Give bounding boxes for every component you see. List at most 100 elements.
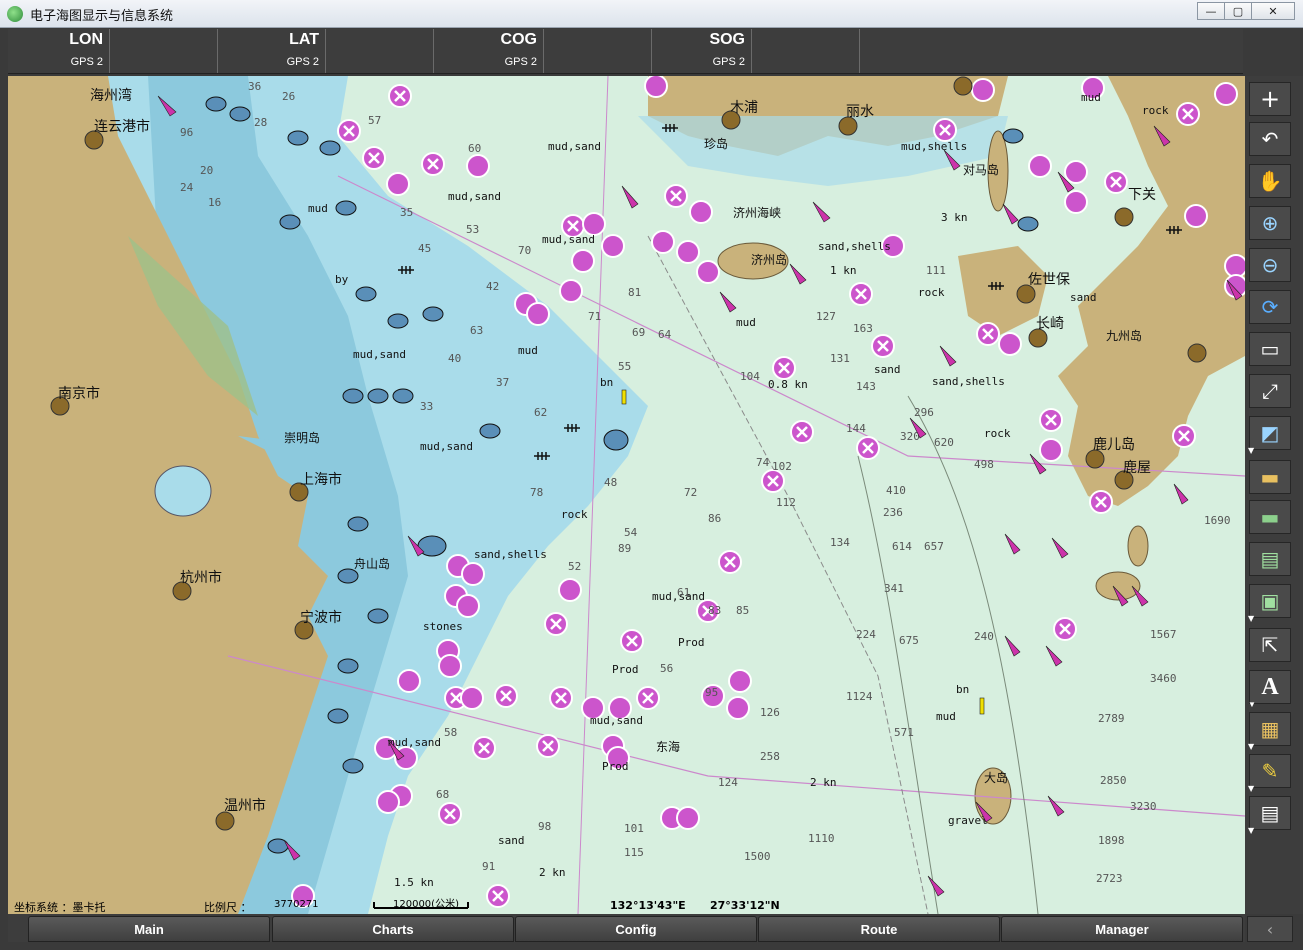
cog-source: GPS 2 (504, 56, 537, 68)
dropdown-arrow-icon: ▼ (1248, 446, 1255, 455)
map-icon: ▦ (1260, 717, 1280, 741)
chart-canvas[interactable]: 海州湾 连云港市 南京市 崇明岛 上海市 杭州市 宁波市 温州市 舟山岛 东海 … (8, 76, 1245, 914)
maximize-button[interactable]: ▢ (1224, 2, 1252, 20)
place-label: 下关 (1128, 187, 1156, 203)
lon-cell[interactable]: LON GPS 2 (8, 29, 110, 73)
sounding: 1898 (1098, 834, 1125, 847)
chart-view-button[interactable]: ▣ ▼ (1248, 584, 1291, 623)
sounding: 614 (892, 540, 912, 553)
tab-manager[interactable]: Manager (1001, 916, 1243, 942)
refresh-icon: ⟳ (1261, 295, 1279, 319)
dropdown-arrow-icon: ▼ (1248, 700, 1256, 709)
lat-value-cell (326, 29, 434, 73)
speed-label: 2 kn (810, 776, 837, 789)
sounding: 70 (518, 244, 531, 257)
tab-main[interactable]: Main (28, 916, 270, 942)
sounding: 96 (180, 126, 193, 139)
place-label: 济州岛 (751, 252, 787, 267)
seabed-label: mud,sand (353, 348, 406, 361)
sounding: 620 (934, 436, 954, 449)
chart-view[interactable]: 海州湾 连云港市 南京市 崇明岛 上海市 杭州市 宁波市 温州市 舟山岛 东海 … (8, 76, 1245, 914)
place-label: 上海市 (300, 471, 342, 488)
chart-area-button[interactable]: ◩ ▼ (1248, 416, 1291, 455)
sounding: 35 (400, 206, 413, 219)
dropdown-arrow-icon: ▼ (1248, 826, 1255, 835)
cursor-longitude: 132°13'43"E (610, 899, 686, 912)
speed-label: 2 kn (539, 866, 566, 879)
tab-route[interactable]: Route (758, 916, 1000, 942)
zoom-plus-icon: + (1259, 85, 1281, 113)
pencil-button[interactable]: ✎ ▼ (1248, 754, 1291, 793)
zoom-out-button[interactable]: ⊖ (1249, 248, 1291, 282)
seabed-label: sand (498, 834, 525, 847)
ruler-alt-button[interactable]: ▬ (1249, 500, 1291, 534)
place-label: 长崎 (1036, 316, 1064, 332)
speed-label: 3 kn (941, 211, 968, 224)
cog-cell[interactable]: COG GPS 2 (434, 29, 544, 73)
ruler-alt-icon: ▬ (1260, 505, 1280, 529)
sounding: 143 (856, 380, 876, 393)
sounding: 1124 (846, 690, 873, 703)
sounding: 144 (846, 422, 866, 435)
sounding: 124 (718, 776, 738, 789)
seabed-label: Prod (602, 760, 629, 773)
speed-label: 1.5 kn (394, 876, 434, 889)
lat-source: GPS 2 (286, 56, 319, 68)
seabed-label: rock (1142, 104, 1169, 117)
sounding: 3230 (1130, 800, 1157, 813)
zoom-in-button[interactable]: ⊕ (1249, 206, 1291, 240)
layers-button[interactable]: ▤ (1249, 542, 1291, 576)
pan-button[interactable]: ✋ (1249, 164, 1291, 198)
sounding: 54 (624, 526, 638, 539)
dropdown-arrow-icon: ▼ (1248, 614, 1255, 623)
place-label: 鹿儿岛 (1093, 436, 1135, 453)
seabed-label: bn (600, 376, 613, 389)
minimize-button[interactable]: — (1197, 2, 1225, 20)
refresh-button[interactable]: ⟳ (1249, 290, 1291, 324)
fullscreen-button[interactable]: ⤢ (1249, 374, 1291, 408)
bottom-tab-bar: Main Charts Config Route Manager (8, 914, 1245, 942)
place-label: 温州市 (224, 797, 266, 814)
sog-source: GPS 2 (712, 56, 745, 68)
undo-icon: ↶ (1261, 127, 1279, 151)
ruler-button[interactable]: ▬ (1249, 460, 1291, 494)
seabed-label: mud,sand (590, 714, 643, 727)
zoom-plus-button[interactable]: + (1249, 82, 1291, 116)
sounding: 86 (708, 512, 721, 525)
place-label: 杭州市 (180, 569, 222, 586)
place-label: 南京市 (58, 385, 100, 402)
undo-button[interactable]: ↶ (1249, 122, 1291, 156)
sounding: 224 (856, 628, 876, 641)
sounding: 675 (899, 634, 919, 647)
sounding: 1110 (808, 832, 835, 845)
seabed-label: rock (918, 286, 945, 299)
document-button[interactable]: ▤ ▼ (1248, 796, 1291, 835)
collapse-button[interactable]: ‹ (1247, 916, 1293, 942)
layers-icon: ▤ (1260, 547, 1280, 571)
seabed-label: mud,sand (420, 440, 473, 453)
sounding: 37 (496, 376, 509, 389)
place-label: 东海 (656, 739, 680, 754)
app-globe-icon (7, 6, 23, 22)
cursor-pick-button[interactable]: ⇱ (1249, 628, 1291, 662)
scale-value: 3770271 (274, 899, 319, 910)
chevron-left-icon: ‹ (1266, 919, 1274, 939)
sounding: 91 (482, 860, 495, 873)
close-button[interactable]: ✕ (1251, 2, 1295, 20)
sounding: 240 (974, 630, 994, 643)
sounding: 45 (418, 242, 431, 255)
tab-config[interactable]: Config (515, 916, 757, 942)
sog-cell[interactable]: SOG GPS 2 (652, 29, 752, 73)
text-button[interactable]: A ▼ (1248, 670, 1291, 709)
sounding: 33 (420, 400, 433, 413)
tab-charts[interactable]: Charts (272, 916, 514, 942)
yakushima-island (1127, 525, 1149, 567)
seabed-label: mud (1081, 91, 1101, 104)
cursor-latitude: 27°33'12"N (710, 899, 780, 912)
sounding: 1567 (1150, 628, 1177, 641)
map-button[interactable]: ▦ ▼ (1248, 712, 1291, 751)
lat-cell[interactable]: LAT GPS 2 (218, 29, 326, 73)
display-button[interactable]: ▭ (1249, 332, 1291, 366)
sounding: 258 (760, 750, 780, 763)
pan-hand-icon: ✋ (1257, 169, 1283, 193)
